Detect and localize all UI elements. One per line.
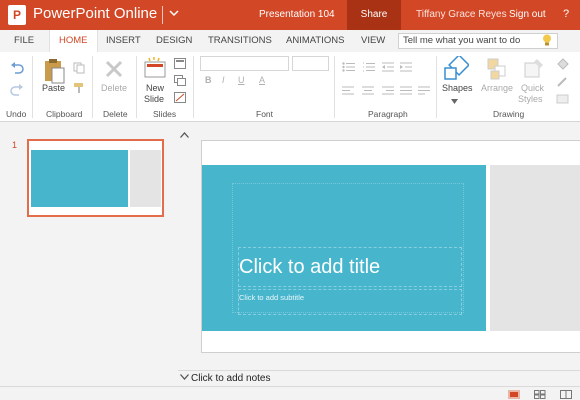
- group-label-drawing: Drawing: [493, 109, 525, 119]
- notes-placeholder[interactable]: Click to add notes: [191, 373, 271, 384]
- slide-canvas[interactable]: Click to add title Click to add subtitle: [201, 140, 580, 353]
- shape-effects-icon[interactable]: [556, 94, 570, 107]
- align-center-icon[interactable]: [362, 86, 374, 98]
- shape-outline-icon[interactable]: [556, 76, 570, 91]
- scroll-up-icon[interactable]: [180, 130, 189, 141]
- delete-icon[interactable]: [104, 59, 124, 82]
- ribbon-tabs: FILE HOME INSERT DESIGN TRANSITIONS ANIM…: [0, 30, 580, 52]
- new-slide-label-line1[interactable]: New: [146, 83, 164, 93]
- slide-thumbnail[interactable]: [27, 139, 164, 217]
- align-right-icon[interactable]: [382, 86, 394, 98]
- font-color-button[interactable]: A: [259, 75, 265, 85]
- italic-button[interactable]: I: [222, 75, 225, 85]
- lightbulb-icon: [542, 34, 552, 46]
- title-divider: [162, 6, 163, 24]
- arrange-icon[interactable]: [486, 57, 508, 84]
- shape-fill-icon[interactable]: [556, 58, 570, 73]
- tab-animations[interactable]: ANIMATIONS: [286, 35, 344, 46]
- shapes-dropdown-chevron-icon[interactable]: [451, 96, 458, 107]
- group-label-undo: Undo: [6, 109, 27, 119]
- document-name[interactable]: Presentation 104: [259, 9, 335, 20]
- tab-design[interactable]: DESIGN: [156, 35, 192, 46]
- font-name-select[interactable]: [200, 56, 289, 71]
- powerpoint-logo-icon[interactable]: P: [8, 5, 26, 25]
- chevron-down-icon[interactable]: [169, 7, 179, 21]
- group-divider: [32, 56, 33, 118]
- slide-side-panel: [490, 165, 580, 331]
- quick-styles-icon[interactable]: [523, 57, 545, 84]
- slide-editing-area: Click to add title Click to add subtitle: [192, 122, 580, 370]
- ribbon-home: Undo Paste Clipboard Delete Delete New S…: [0, 52, 580, 122]
- group-label-clipboard: Clipboard: [46, 109, 83, 119]
- quick-styles-label-line2[interactable]: Styles: [518, 94, 543, 104]
- status-bar: [0, 386, 580, 400]
- subtitle-placeholder[interactable]: Click to add subtitle: [238, 289, 462, 315]
- font-size-select[interactable]: [292, 56, 329, 71]
- group-label-font: Font: [256, 109, 274, 119]
- new-slide-label-line2[interactable]: Slide: [144, 94, 164, 104]
- subtitle-placeholder-text[interactable]: Click to add subtitle: [239, 293, 304, 302]
- arrange-button-label[interactable]: Arrange: [481, 83, 513, 93]
- delete-button-label[interactable]: Delete: [101, 83, 127, 93]
- duplicate-slide-icon[interactable]: [174, 75, 186, 89]
- slides-pane: 1: [0, 122, 178, 370]
- bold-button[interactable]: B: [205, 75, 212, 85]
- redo-icon[interactable]: [10, 84, 24, 99]
- normal-view-icon[interactable]: [508, 390, 520, 399]
- shapes-button-label[interactable]: Shapes: [442, 83, 473, 93]
- format-painter-icon[interactable]: [73, 82, 85, 97]
- group-label-paragraph: Paragraph: [368, 109, 408, 119]
- copy-icon[interactable]: [73, 62, 85, 77]
- increase-indent-icon[interactable]: [400, 62, 412, 75]
- align-left-icon[interactable]: [342, 86, 354, 98]
- tab-view[interactable]: VIEW: [361, 35, 385, 46]
- group-divider: [334, 56, 335, 118]
- tab-file[interactable]: FILE: [14, 35, 34, 46]
- underline-button[interactable]: U: [238, 75, 245, 85]
- title-placeholder-text[interactable]: Click to add title: [239, 256, 380, 279]
- notes-bar[interactable]: Click to add notes: [178, 370, 580, 386]
- reading-view-icon[interactable]: [560, 390, 572, 399]
- shapes-icon[interactable]: [443, 54, 470, 85]
- tell-me-search-input[interactable]: Tell me what you want to do: [398, 33, 558, 49]
- paste-button-label[interactable]: Paste: [42, 83, 65, 93]
- group-label-slides: Slides: [153, 109, 177, 119]
- title-bar: P PowerPoint Online Presentation 104 Sha…: [0, 0, 580, 30]
- tab-transitions[interactable]: TRANSITIONS: [208, 35, 272, 46]
- layout-icon[interactable]: [174, 58, 186, 72]
- slide-sorter-icon[interactable]: [534, 390, 546, 399]
- thumbnail-side-panel: [130, 150, 161, 207]
- text-direction-icon[interactable]: [418, 86, 430, 98]
- undo-icon[interactable]: [10, 62, 24, 77]
- tab-insert[interactable]: INSERT: [106, 35, 141, 46]
- quick-styles-label-line1[interactable]: Quick: [521, 83, 544, 93]
- bullets-icon[interactable]: [342, 62, 356, 75]
- title-placeholder[interactable]: Click to add title: [238, 247, 462, 287]
- new-slide-icon[interactable]: [143, 56, 167, 83]
- group-label-delete: Delete: [103, 109, 128, 119]
- hide-slide-icon[interactable]: [174, 92, 186, 106]
- slide-accent-block: Click to add title Click to add subtitle: [202, 165, 486, 331]
- group-divider: [436, 56, 437, 118]
- sign-out-link[interactable]: Sign out: [509, 9, 546, 20]
- app-name[interactable]: PowerPoint Online: [33, 5, 157, 22]
- slide-thumbnail-number: 1: [12, 140, 18, 150]
- group-divider: [193, 56, 194, 118]
- group-divider: [92, 56, 93, 118]
- numbering-icon[interactable]: [362, 62, 376, 75]
- share-button[interactable]: Share: [347, 0, 401, 30]
- help-button[interactable]: ?: [563, 8, 569, 20]
- decrease-indent-icon[interactable]: [382, 62, 394, 75]
- notes-toggle-chevron-icon[interactable]: [180, 372, 189, 383]
- slides-pane-scrollbar[interactable]: [178, 122, 192, 370]
- tab-home[interactable]: HOME: [49, 30, 98, 52]
- group-divider: [136, 56, 137, 118]
- justify-icon[interactable]: [400, 86, 412, 98]
- user-name[interactable]: Tiffany Grace Reyes: [416, 9, 507, 20]
- thumbnail-accent-block: [31, 150, 128, 207]
